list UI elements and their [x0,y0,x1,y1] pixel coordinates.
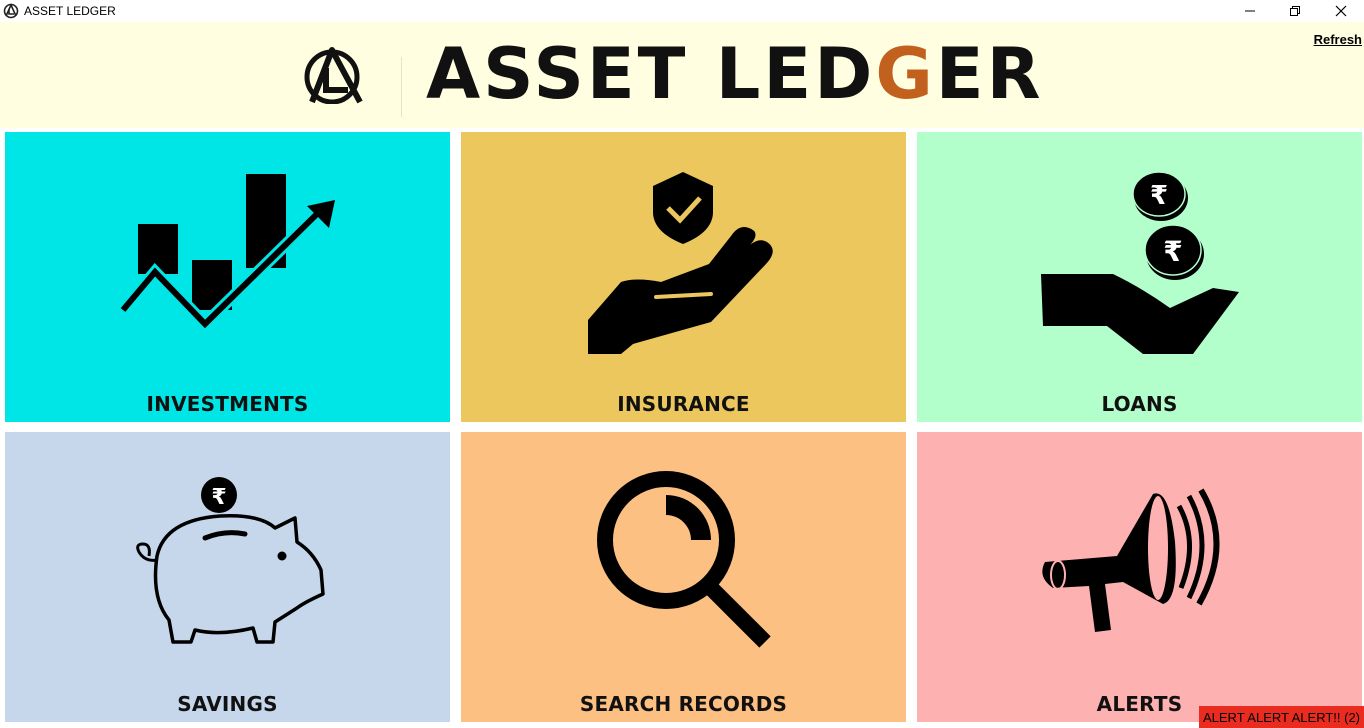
growth-chart-icon [118,174,335,333]
svg-text:₹: ₹ [1163,235,1182,268]
piggy-bank-icon: ₹ [136,477,325,644]
tile-loans[interactable]: ₹ ₹ LOANS [917,132,1362,422]
tile-label-search-records: SEARCH RECORDS [579,692,788,716]
tile-insurance[interactable]: INSURANCE [461,132,906,422]
tile-investments[interactable]: INVESTMENTS [5,132,450,422]
hand-coins-icon: ₹ ₹ [1041,171,1239,354]
restore-icon [1290,6,1300,16]
window-title: ASSET LEDGER [24,4,116,18]
tile-label-loans: LOANS [1101,392,1178,416]
tile-label-investments: INVESTMENTS [146,392,309,416]
magnifier-icon [597,471,771,648]
tile-label-savings: SAVINGS [177,692,278,716]
brand-text-tail: ER [935,33,1044,115]
brand-text-main: ASSET LED [426,33,876,115]
svg-text:₹: ₹ [211,485,226,510]
window-titlebar: ASSET LEDGER [0,0,1364,22]
minimize-icon [1245,10,1255,12]
minimize-button[interactable] [1227,0,1273,22]
tile-label-insurance: INSURANCE [617,392,750,416]
close-icon [1335,5,1347,17]
brand-wordmark: ASSET LEDGER [426,34,1044,114]
asset-ledger-logo-icon [304,47,363,104]
svg-text:₹: ₹ [1150,181,1168,211]
tile-alerts[interactable]: ALERTS [917,432,1362,722]
refresh-link[interactable]: Refresh [1314,32,1362,47]
tile-savings[interactable]: ₹ SAVINGS [5,432,450,722]
asset-ledger-logo-icon [3,3,19,19]
alert-notification-banner[interactable]: ALERT ALERT ALERT!! (2) [1199,706,1364,728]
close-button[interactable] [1318,0,1364,22]
maximize-button[interactable] [1272,0,1318,22]
header-banner: ASSET LEDGER Refresh [0,22,1364,128]
brand-text-accent: G [875,33,936,115]
megaphone-icon [1042,488,1220,632]
tile-search-records[interactable]: SEARCH RECORDS [461,432,906,722]
header-divider [401,57,402,117]
hand-shield-icon [588,172,773,354]
